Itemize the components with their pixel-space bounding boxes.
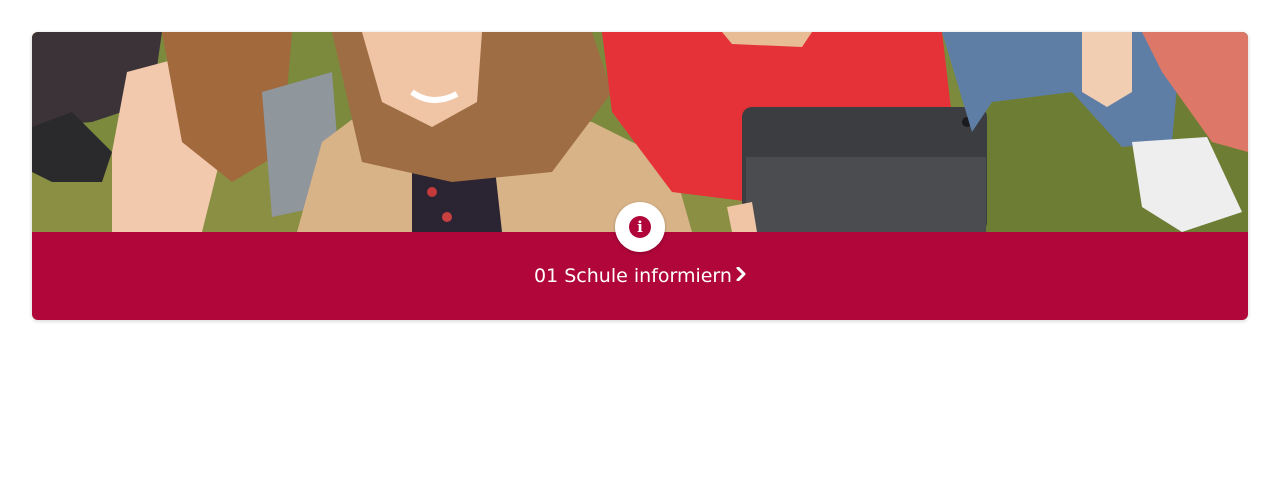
chevron-right-icon (736, 263, 746, 287)
info-card[interactable]: i 01 Schule informiern (32, 32, 1248, 320)
info-badge: i (615, 202, 665, 252)
link-label: 01 Schule informiern (534, 265, 732, 287)
school-info-link[interactable]: 01 Schule informiern (32, 264, 1248, 288)
info-icon: i (629, 216, 651, 238)
